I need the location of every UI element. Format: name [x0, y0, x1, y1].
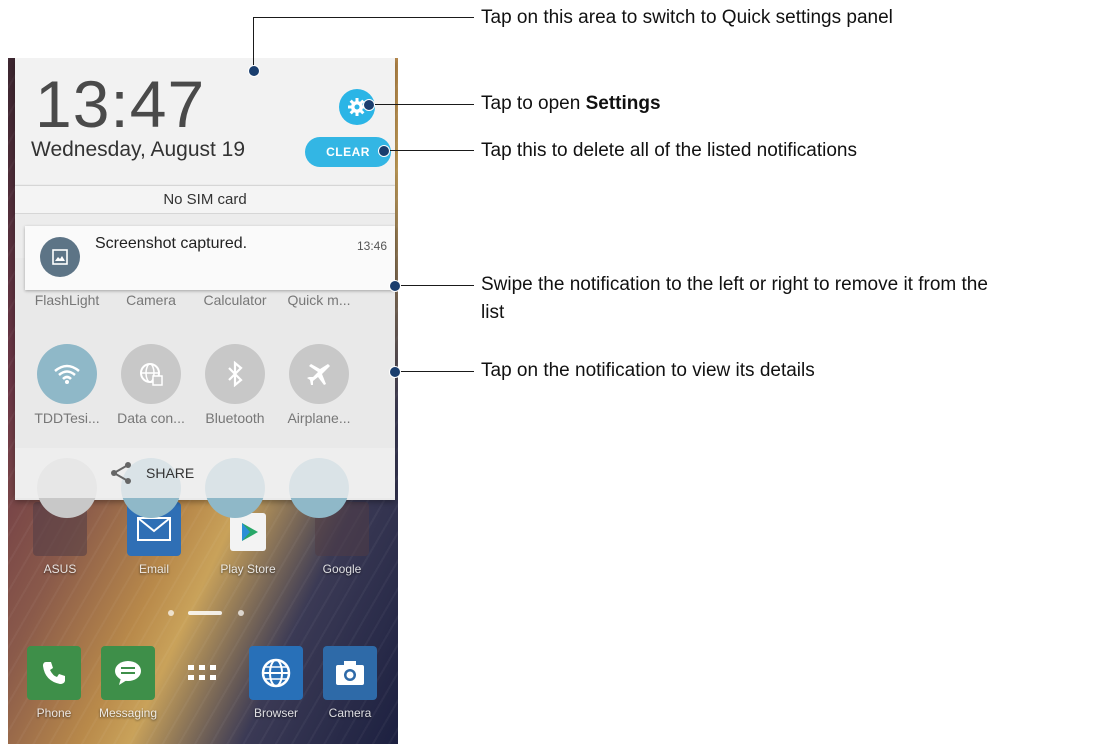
dock-phone[interactable]: Phone: [14, 646, 94, 720]
bluetooth-icon: [205, 344, 265, 404]
qs-airplane[interactable]: Airplane...: [277, 344, 361, 426]
qs-label: Airplane...: [287, 410, 351, 426]
dock-browser[interactable]: Browser: [236, 646, 316, 720]
qs-label: Bluetooth: [205, 410, 265, 426]
phone-icon: [27, 646, 81, 700]
quick-settings-toggle-area[interactable]: 13:47 Wednesday, August 19 CLEAR: [15, 58, 395, 184]
callout-dot: [378, 145, 390, 157]
page-indicator: [166, 610, 246, 618]
app-label: Messaging: [98, 706, 158, 720]
dock-camera[interactable]: Camera: [310, 646, 390, 720]
callout-settings: Tap to open Settings: [481, 91, 661, 117]
clock-time: 13:47: [35, 67, 206, 141]
callout-view: Tap on the notification to view its deta…: [481, 360, 815, 381]
callout-dot: [248, 65, 260, 77]
qs-label: Data con...: [117, 410, 185, 426]
browser-icon: [249, 646, 303, 700]
notification-time: 13:46: [356, 239, 387, 253]
callout-swipe-line1: Swipe the notification to the left or ri…: [481, 274, 988, 295]
qs-label: TDDTesi...: [34, 410, 100, 426]
qs-label: Quick m...: [287, 292, 351, 308]
notification-card[interactable]: Screenshot captured. 13:46: [25, 226, 395, 290]
share-bar[interactable]: SHARE: [15, 448, 395, 498]
dock-app-drawer[interactable]: [162, 646, 242, 706]
notification-title: Screenshot captured.: [95, 235, 248, 252]
share-label: SHARE: [146, 465, 195, 481]
callout-line: [253, 17, 474, 18]
qs-label: Calculator: [203, 292, 267, 308]
app-label: Google: [322, 562, 362, 576]
callout-line: [395, 371, 474, 372]
qs-data-connection[interactable]: Data con...: [109, 344, 193, 426]
data-connection-icon: [121, 344, 181, 404]
qs-bluetooth[interactable]: Bluetooth: [193, 344, 277, 426]
notification-shade: 13:47 Wednesday, August 19 CLEAR No SIM …: [15, 58, 395, 518]
callout-settings-bold: Settings: [585, 93, 661, 114]
callout-settings-prefix: Tap to open: [481, 93, 586, 114]
callout-dot: [389, 280, 401, 292]
app-drawer-icon: [175, 646, 229, 700]
app-label: Phone: [36, 706, 72, 720]
callout-clear: Tap this to delete all of the listed not…: [481, 140, 858, 161]
app-label: Browser: [253, 706, 298, 720]
app-label: Email: [138, 562, 169, 576]
dock-messaging[interactable]: Messaging: [88, 646, 168, 720]
callout-swipe-line2: list: [481, 302, 505, 323]
app-label: ASUS: [43, 562, 77, 576]
share-icon: [111, 462, 131, 484]
clock-date: Wednesday, August 19: [31, 138, 246, 161]
callout-line: [384, 150, 474, 151]
camera-icon: [323, 646, 377, 700]
qs-wifi[interactable]: TDDTesi...: [25, 344, 109, 426]
messaging-icon: [101, 646, 155, 700]
callout-line: [395, 285, 474, 286]
callout-quick-settings: Tap on this area to switch to Quick sett…: [481, 7, 893, 28]
phone-screen: ASUS Email Play Store Google Phone Messa…: [8, 58, 398, 744]
callout-line: [367, 104, 474, 105]
callout-dot: [389, 366, 401, 378]
app-label: Play Store: [220, 562, 276, 576]
qs-label: FlashLight: [34, 292, 100, 308]
wifi-icon: [37, 344, 97, 404]
app-label: Camera: [328, 706, 372, 720]
sim-status: No SIM card: [15, 185, 395, 214]
image-icon: [40, 237, 80, 277]
callout-dot: [363, 99, 375, 111]
airplane-icon: [289, 344, 349, 404]
qs-label: Camera: [126, 292, 176, 308]
callout-line: [253, 17, 254, 72]
